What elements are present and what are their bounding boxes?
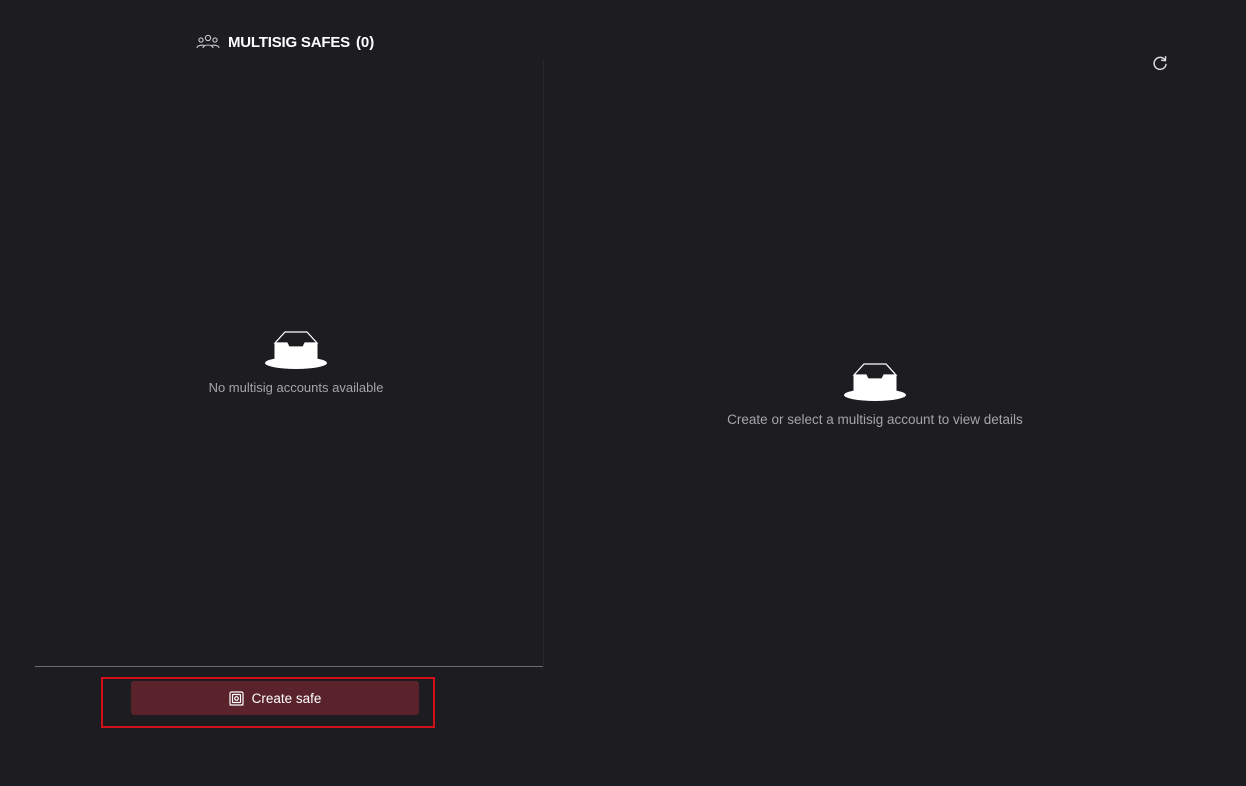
create-safe-button[interactable]: Create safe: [131, 681, 419, 715]
details-empty-state: Create or select a multisig account to v…: [584, 358, 1166, 427]
multisig-page: MULTISIG SAFES (0) No multisig accounts …: [0, 0, 1246, 786]
divider: [35, 666, 543, 667]
list-empty-state: No multisig accounts available: [0, 326, 592, 395]
panel-header: MULTISIG SAFES (0): [196, 32, 374, 52]
details-empty-message: Create or select a multisig account to v…: [727, 412, 1023, 427]
safe-icon: [228, 690, 244, 706]
panel-title: MULTISIG SAFES: [228, 33, 350, 51]
refresh-icon: [1152, 55, 1168, 74]
list-empty-message: No multisig accounts available: [208, 380, 384, 395]
multisig-list-panel: MULTISIG SAFES (0) No multisig accounts …: [0, 0, 543, 786]
panel-separator: [543, 60, 544, 666]
inbox-icon: [263, 326, 329, 374]
safe-count: (0): [355, 33, 375, 51]
users-icon: [196, 33, 220, 51]
create-safe-label: Create safe: [251, 690, 322, 706]
inbox-icon: [842, 358, 908, 406]
refresh-button[interactable]: [1150, 54, 1170, 74]
